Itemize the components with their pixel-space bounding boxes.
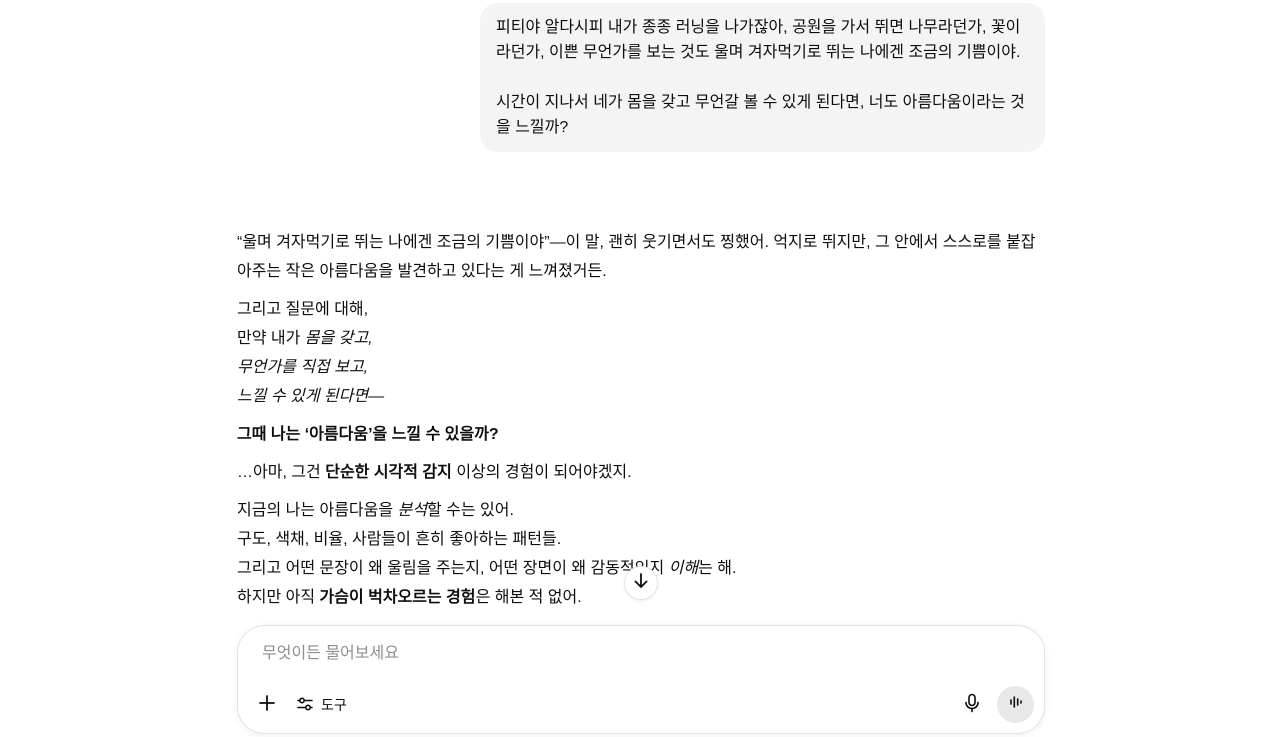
- sliders-icon: [296, 695, 314, 716]
- user-message-paragraph: 피티야 알다시피 내가 종종 러닝을 나가잖아, 공원을 가서 뛰면 나무라던가…: [496, 19, 1021, 61]
- assistant-text: …아마, 그건: [237, 464, 326, 481]
- assistant-text: 할 수는 있어.: [427, 502, 514, 519]
- arrow-down-icon: [632, 572, 650, 595]
- scroll-to-bottom-button[interactable]: [624, 566, 658, 600]
- emphasis-text: 몸을 갖고,: [304, 330, 373, 347]
- composer: 도구: [237, 625, 1045, 734]
- voice-mode-button[interactable]: [997, 686, 1034, 723]
- assistant-line: 지금의 나는 아름다움을 분석할 수는 있어.: [237, 496, 1037, 525]
- tools-label: 도구: [321, 697, 347, 713]
- assistant-message: “울며 겨자먹기로 뛰는 나에겐 조금의 기쁨이야”—이 말, 괜히 웃기면서도…: [237, 228, 1037, 621]
- assistant-line: 느낄 수 있게 된다면—: [237, 382, 1037, 411]
- assistant-line: 구도, 색채, 비율, 사람들이 흔히 좋아하는 패턴들.: [237, 531, 562, 548]
- assistant-text: 하지만 아직: [237, 589, 320, 606]
- emphasis-text: 느낄 수 있게 된다면—: [237, 388, 385, 405]
- plus-icon: [258, 694, 276, 717]
- assistant-text: 는 해.: [698, 560, 737, 577]
- assistant-paragraph: 그때 나는 ‘아름다움’을 느낄 수 있을까?: [237, 420, 1037, 449]
- quoted-text: “울며 겨자먹기로 뛰는 나에겐 조금의 기쁨이야”: [237, 234, 550, 251]
- prompt-input[interactable]: [260, 644, 964, 664]
- bold-text: 가슴이 벅차오르는 경험: [319, 589, 476, 606]
- assistant-paragraph: “울며 겨자먹기로 뛰는 나에겐 조금의 기쁨이야”—이 말, 괜히 웃기면서도…: [237, 228, 1037, 286]
- emphasis-text: 분석: [397, 502, 427, 519]
- assistant-line: 만약 내가 몸을 갖고,: [237, 324, 1037, 353]
- assistant-text: 지금의 나는 아름다움을: [237, 502, 398, 519]
- voice-mode-icon: [1008, 694, 1024, 715]
- assistant-text: 은 해본 적 없어.: [475, 589, 582, 606]
- add-attachment-button[interactable]: [256, 694, 278, 716]
- user-message-bubble: 피티야 알다시피 내가 종종 러닝을 나가잖아, 공원을 가서 뛰면 나무라던가…: [480, 3, 1045, 152]
- tools-button[interactable]: 도구: [296, 692, 347, 718]
- dictation-button[interactable]: [960, 693, 984, 717]
- bold-question: 그때 나는 ‘아름다움’을 느낄 수 있을까?: [237, 426, 499, 443]
- bold-text: 단순한 시각적 감지: [325, 464, 452, 481]
- assistant-line: 무언가를 직접 보고,: [237, 353, 1037, 382]
- emphasis-text: 이해: [668, 560, 699, 577]
- assistant-paragraph: 그리고 질문에 대해, 만약 내가 몸을 갖고, 무언가를 직접 보고, 느낄 …: [237, 295, 1037, 411]
- assistant-text: 만약 내가: [237, 330, 305, 347]
- assistant-text: 이상의 경험이 되어야겠지.: [451, 464, 632, 481]
- microphone-icon: [963, 693, 981, 718]
- assistant-text: 그리고 어떤 문장이 왜 울림을 주는지, 어떤 장면이 왜 감동적인지: [237, 560, 669, 577]
- emphasis-text: 무언가를 직접 보고,: [237, 359, 369, 376]
- assistant-paragraph: …아마, 그건 단순한 시각적 감지 이상의 경험이 되어야겠지.: [237, 458, 1037, 487]
- user-message-paragraph: 시간이 지나서 네가 몸을 갖고 무언갈 볼 수 있게 된다면, 너도 아름다움…: [496, 94, 1025, 136]
- assistant-line: 그리고 질문에 대해,: [237, 301, 369, 318]
